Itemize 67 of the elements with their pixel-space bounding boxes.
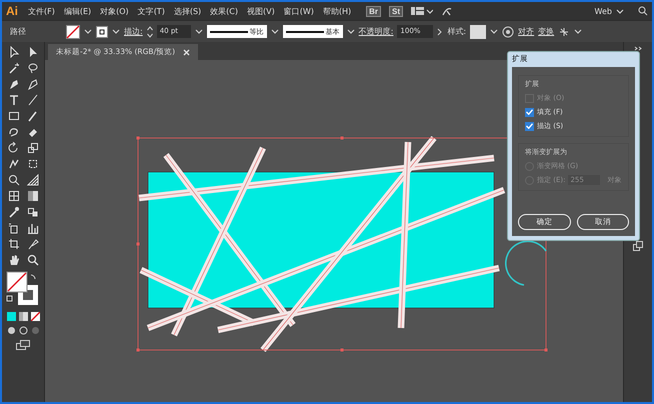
- stroke-label[interactable]: 描边:: [124, 26, 143, 37]
- checkbox[interactable]: [525, 122, 534, 130]
- panel-collapse-icon[interactable]: [634, 46, 642, 51]
- menu-item[interactable]: 编辑(E): [64, 6, 92, 16]
- selection-arrow-icon[interactable]: [8, 46, 20, 58]
- caret-icon[interactable]: [84, 28, 92, 35]
- menu-item[interactable]: 选择(S): [174, 6, 202, 16]
- spinner-ring-drawing: [505, 240, 547, 286]
- transform-link[interactable]: 变换: [538, 26, 554, 37]
- menu-item[interactable]: 文字(T): [138, 6, 165, 16]
- style-swatch[interactable]: [470, 24, 486, 38]
- gradient-mode-icon[interactable]: [18, 312, 28, 321]
- menu-item[interactable]: 对象(O): [100, 6, 129, 16]
- app-button[interactable]: Br: [366, 6, 382, 16]
- style-label: 样式:: [447, 26, 466, 37]
- gradient-icon[interactable]: [26, 190, 38, 202]
- app-button[interactable]: St: [389, 6, 404, 16]
- menu-item[interactable]: 窗口(W): [284, 6, 314, 16]
- opacity-label[interactable]: 不透明度:: [358, 26, 394, 37]
- draw-normal-icon[interactable]: [6, 326, 16, 335]
- workspace-switcher[interactable]: Web: [594, 6, 612, 16]
- checkbox[interactable]: [525, 108, 534, 116]
- app-logo: Ai: [6, 4, 18, 18]
- color-mode-icon[interactable]: [6, 312, 16, 321]
- lasso-icon[interactable]: [26, 62, 38, 74]
- caret-icon[interactable]: [194, 28, 203, 35]
- workspace-layout-icon[interactable]: [411, 6, 434, 16]
- close-icon[interactable]: [183, 48, 190, 56]
- checkmark-icon: [526, 123, 533, 129]
- checkmark-icon: [526, 109, 533, 115]
- align-link[interactable]: 对齐: [518, 26, 534, 37]
- perspective-grid-icon[interactable]: [26, 174, 38, 186]
- magic-wand-icon[interactable]: [8, 62, 20, 74]
- fill-none-swatch[interactable]: [66, 24, 80, 38]
- menu-item[interactable]: 帮助(H): [322, 6, 352, 16]
- line-icon[interactable]: [26, 94, 38, 106]
- draw-behind-icon[interactable]: [18, 326, 28, 335]
- rectangle-icon[interactable]: [8, 110, 20, 122]
- hand-icon[interactable]: [8, 254, 20, 266]
- selection-type-label: 路径: [10, 26, 27, 37]
- caret-icon[interactable]: [490, 28, 498, 35]
- menu-item[interactable]: 效果(C): [210, 6, 238, 16]
- stroke-swatch[interactable]: [96, 26, 108, 38]
- caret-icon[interactable]: [270, 28, 279, 35]
- bar-graph-icon[interactable]: [26, 222, 38, 234]
- pen-icon[interactable]: [8, 78, 20, 90]
- stepper-icon[interactable]: [146, 26, 153, 38]
- search-icon[interactable]: [638, 6, 648, 16]
- eraser-icon[interactable]: [26, 126, 38, 138]
- caret-icon[interactable]: [574, 28, 582, 35]
- menu-item[interactable]: 视图(V): [246, 6, 275, 16]
- chevron-icon[interactable]: [437, 28, 444, 36]
- type-icon[interactable]: [8, 94, 20, 106]
- caret-icon[interactable]: [346, 28, 355, 35]
- caret-icon: [616, 8, 624, 14]
- zoom-icon[interactable]: [26, 254, 38, 266]
- screen-mode-icon[interactable]: [16, 340, 30, 350]
- artboards-panel-icon[interactable]: [633, 241, 643, 251]
- rotate-icon[interactable]: [8, 142, 20, 154]
- fill-stroke-swatches[interactable]: [6, 271, 40, 307]
- caret-icon[interactable]: [112, 28, 120, 35]
- menu-item[interactable]: 文件(F): [28, 6, 55, 16]
- eyedropper-icon[interactable]: [8, 206, 20, 218]
- curvature-pen-icon[interactable]: [26, 78, 38, 90]
- none-mode-icon[interactable]: [30, 312, 40, 321]
- paintbrush-icon[interactable]: [26, 110, 38, 122]
- mesh-icon[interactable]: [8, 190, 20, 202]
